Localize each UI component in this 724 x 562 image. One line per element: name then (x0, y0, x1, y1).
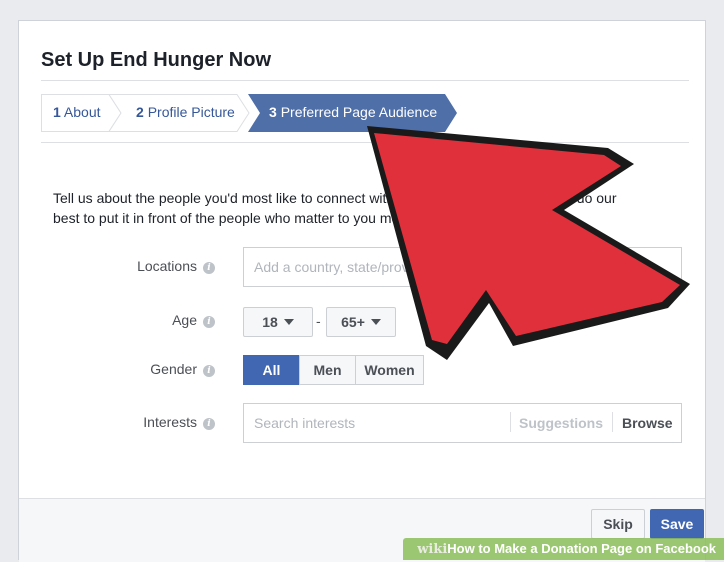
age-min-select[interactable]: 18 (243, 307, 313, 337)
watermark-text: How to Make a Donation Page on Facebook (447, 541, 716, 556)
chevron-down-icon (283, 319, 294, 325)
age-separator: - (316, 313, 321, 329)
interests-divider (510, 412, 511, 432)
gender-men-button[interactable]: Men (299, 355, 356, 385)
info-icon[interactable]: i (203, 262, 215, 274)
intro-text: Tell us about the people you'd most like… (53, 190, 617, 226)
chevron-down-icon (370, 319, 381, 325)
suggestions-link[interactable]: Suggestions (519, 415, 603, 431)
gender-women-button[interactable]: Women (355, 355, 424, 385)
step-preferred-audience[interactable]: 3 Preferred Page Audience (269, 104, 437, 120)
gender-all-button[interactable]: All (243, 355, 300, 385)
locations-input[interactable]: Add a country, state/province, city (243, 247, 682, 287)
save-button[interactable]: Save (650, 509, 704, 539)
steps-divider (41, 142, 689, 143)
wikihow-logo: wiki (417, 542, 448, 557)
title-divider (41, 80, 689, 81)
gender-label: Gender i (55, 361, 215, 377)
dialog-title: Set Up End Hunger Now (41, 49, 271, 71)
locations-label: Locations i (55, 258, 215, 274)
skip-button[interactable]: Skip (591, 509, 645, 539)
step-about[interactable]: 1 About (53, 104, 101, 120)
info-icon[interactable]: i (203, 316, 215, 328)
setup-dialog: Set Up End Hunger Now 1 About 2 Profile … (18, 20, 706, 562)
age-max-select[interactable]: 65+ (326, 307, 396, 337)
interests-divider (612, 412, 613, 432)
info-icon[interactable]: i (203, 365, 215, 377)
step-profile-picture[interactable]: 2 Profile Picture (136, 104, 235, 120)
browse-link[interactable]: Browse (622, 415, 673, 431)
age-label: Age i (55, 312, 215, 328)
interests-input[interactable]: Search interests Suggestions Browse (243, 403, 682, 443)
watermark: wikiHow to Make a Donation Page on Faceb… (403, 538, 724, 560)
interests-label: Interests i (55, 414, 215, 430)
info-icon[interactable]: i (203, 418, 215, 430)
